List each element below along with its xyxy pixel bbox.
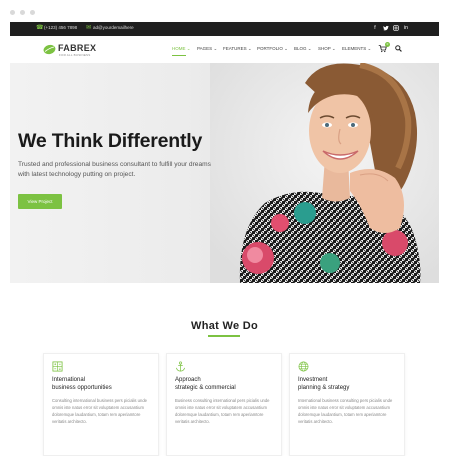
top-bar: ☎ (+123) 456 7898 ✉ ad@yourdemailhere f … — [10, 22, 439, 36]
service-card[interactable]: International business opportunities Con… — [43, 353, 159, 456]
instagram-icon[interactable] — [392, 25, 400, 34]
service-title: Approach strategic & commercial — [175, 377, 236, 391]
globe-icon — [298, 361, 309, 372]
window-dot-minimize[interactable] — [20, 10, 25, 15]
main-navbar: FABREX FOR ALL BUSINESS HOME ⌄ PAGES ⌄ F… — [10, 36, 439, 63]
hero-title: We Think Differently — [18, 130, 203, 152]
nav-home[interactable]: HOME ⌄ — [172, 46, 191, 52]
phone-icon: ☎ — [36, 25, 44, 31]
service-card[interactable]: Approach strategic & commercial Business… — [166, 353, 282, 456]
service-description: Business consulting international pers p… — [175, 398, 270, 424]
section-title: What We Do — [191, 320, 258, 332]
nav-shop[interactable]: SHOP ⌄ — [318, 46, 336, 52]
hero-woman-photo — [210, 63, 439, 283]
service-title: Investment planning & strategy — [298, 377, 350, 391]
window-dot-maximize[interactable] — [30, 10, 35, 15]
brand-name[interactable]: FABREX — [58, 43, 96, 53]
service-card[interactable]: Investment planning & strategy Internati… — [289, 353, 405, 456]
nav-portfolio[interactable]: PORTFOLIO ⌄ — [257, 46, 288, 52]
mail-icon: ✉ — [85, 25, 92, 31]
nav-blog[interactable]: BLOG ⌄ — [294, 46, 312, 52]
view-project-button[interactable]: View Project — [18, 194, 62, 209]
nav-pages[interactable]: PAGES ⌄ — [197, 46, 217, 52]
service-description: International business consulting pers p… — [298, 398, 393, 424]
cart-count-badge: 0 — [385, 42, 390, 47]
search-icon[interactable] — [395, 45, 402, 52]
section-title-underline — [208, 335, 240, 337]
twitter-icon[interactable] — [382, 25, 390, 34]
calculator-icon — [52, 361, 63, 372]
phone-number[interactable]: (+123) 456 7898 — [44, 25, 77, 30]
window-dot-close[interactable] — [10, 10, 15, 15]
website-frame: ☎ (+123) 456 7898 ✉ ad@yourdemailhere f … — [10, 22, 439, 456]
facebook-icon[interactable]: f — [371, 25, 379, 32]
brand-tagline: FOR ALL BUSINESS — [59, 53, 91, 57]
service-description: Consulting international business pers p… — [52, 398, 147, 424]
hero-subtitle: Trusted and professional business consul… — [18, 161, 211, 178]
nav-active-indicator — [172, 55, 186, 56]
service-title: International business opportunities — [52, 377, 112, 391]
hero-section: We Think Differently Trusted and profess… — [10, 63, 439, 283]
anchor-icon — [176, 361, 185, 372]
browser-chrome — [0, 0, 450, 22]
linkedin-icon[interactable]: in — [402, 25, 410, 32]
logo-leaf-icon[interactable] — [43, 44, 56, 55]
nav-elements[interactable]: ELEMENTS ⌄ — [342, 46, 371, 52]
email-address[interactable]: ad@yourdemailhere — [93, 25, 134, 30]
nav-features[interactable]: FEATURES ⌄ — [223, 46, 252, 52]
